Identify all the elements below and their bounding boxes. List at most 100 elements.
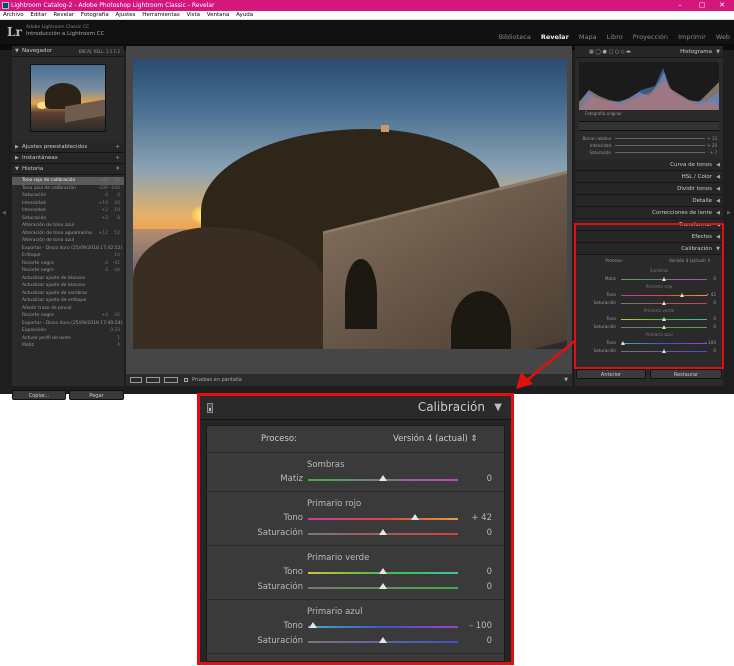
menu-editar[interactable]: Editar bbox=[30, 12, 46, 18]
menu-revelar[interactable]: Revelar bbox=[53, 12, 74, 18]
module-web[interactable]: Web bbox=[716, 33, 730, 41]
history-item[interactable]: Recorte negro -3 -44 bbox=[12, 267, 124, 275]
slider-value[interactable]: 0 bbox=[487, 472, 492, 487]
add-preset-icon[interactable]: + bbox=[115, 142, 120, 153]
slider-value[interactable]: + 13 bbox=[707, 135, 717, 142]
panel-header[interactable]: Correcciones de lente ◀ bbox=[575, 207, 723, 219]
copy-button[interactable]: Copiar... bbox=[12, 390, 66, 400]
panel-header[interactable]: HSL / Color ◀ bbox=[575, 171, 723, 183]
tool-icons[interactable]: ▦ ◯ ● ▢ ○ ◇ ▬ bbox=[589, 49, 631, 55]
left-panel-toggle-icon[interactable]: ◀ bbox=[2, 210, 6, 216]
main-photo[interactable] bbox=[133, 59, 567, 349]
module-mapa[interactable]: Mapa bbox=[579, 33, 597, 41]
navigator-zoom-options[interactable]: ENCAJ. RELL. 1:1 1:2 bbox=[79, 46, 120, 57]
zoom-blue-slider-row[interactable]: Tono – 100 bbox=[207, 619, 504, 634]
zoom-green-slider-row[interactable]: Tono 0 bbox=[207, 565, 504, 580]
presets-header[interactable]: ▶ Ajustes preestablecidos + bbox=[12, 142, 124, 153]
slider-thumb[interactable] bbox=[379, 475, 387, 481]
history-item[interactable]: Actualizar ajuste de enfoque bbox=[12, 297, 124, 305]
history-item[interactable]: Exposición 0,33 bbox=[12, 327, 124, 335]
history-item[interactable]: Enfoque 10 bbox=[12, 252, 124, 260]
history-item[interactable]: Actualizar ajuste de sombras bbox=[12, 290, 124, 298]
zoom-red-slider-row[interactable]: Saturación 0 bbox=[207, 526, 504, 541]
history-item[interactable]: Tono azul de calibración -100 -100 bbox=[12, 185, 124, 193]
menu-vista[interactable]: Vista bbox=[186, 12, 200, 18]
slider-thumb[interactable] bbox=[410, 514, 419, 520]
maximize-icon[interactable]: ▢ bbox=[692, 0, 712, 11]
previous-button[interactable]: Anterior bbox=[576, 369, 646, 379]
photo-canvas[interactable] bbox=[126, 46, 572, 374]
slider-track[interactable] bbox=[615, 152, 705, 153]
slider-track[interactable] bbox=[615, 145, 705, 146]
zoom-green-slider-row[interactable]: Saturación 0 bbox=[207, 580, 504, 595]
menu-ajustes[interactable]: Ajustes bbox=[115, 12, 135, 18]
history-item[interactable]: Exportar - Disco duro (25/09/2018 17:40:… bbox=[12, 320, 124, 328]
slider-thumb[interactable] bbox=[379, 583, 387, 589]
history-item[interactable]: Recorte negro -4 -41 bbox=[12, 260, 124, 268]
slider-value[interactable]: 0 bbox=[487, 634, 492, 649]
minimize-icon[interactable]: – bbox=[670, 0, 690, 11]
history-item[interactable]: Alteración de tono azul bbox=[12, 222, 124, 230]
zoom-process-row[interactable]: Proceso: Versión 4 (actual) ⇕ bbox=[207, 426, 504, 453]
slider-value[interactable]: 0 bbox=[487, 526, 492, 541]
history-item[interactable]: Intensidad +2 10 bbox=[12, 207, 124, 215]
slider-value[interactable]: 0 bbox=[487, 565, 492, 580]
before-after-icon[interactable] bbox=[146, 377, 160, 383]
before-after-swap-icon[interactable] bbox=[164, 377, 178, 383]
module-proyeccion[interactable]: Proyección bbox=[633, 33, 668, 41]
history-item[interactable]: Actualizar ajuste de blancos bbox=[12, 282, 124, 290]
reset-button[interactable]: Restaurar bbox=[650, 369, 722, 379]
history-item[interactable]: Activar perfil de lente 1 bbox=[12, 335, 124, 343]
module-biblioteca[interactable]: Biblioteca bbox=[499, 33, 531, 41]
close-icon[interactable]: ✕ bbox=[712, 0, 732, 11]
history-item[interactable]: Saturación +3 8 bbox=[12, 215, 124, 223]
menu-ventana[interactable]: Ventana bbox=[207, 12, 230, 18]
zoom-calibration-header[interactable]: Calibración ▼ bbox=[200, 396, 511, 420]
presence-slider-row[interactable]: Borrar neblina + 13 bbox=[575, 135, 723, 142]
loupe-view-icon[interactable] bbox=[130, 377, 142, 383]
paste-button[interactable]: Pegar bbox=[69, 390, 124, 400]
module-revelar[interactable]: Revelar bbox=[541, 33, 569, 41]
menu-ayuda[interactable]: Ayuda bbox=[236, 12, 253, 18]
slider-value[interactable]: + 42 bbox=[471, 511, 492, 526]
zoom-blue-slider-row[interactable]: Saturación 0 bbox=[207, 634, 504, 649]
menu-fotografia[interactable]: Fotografía bbox=[81, 12, 109, 18]
panel-header[interactable]: Detalle ◀ bbox=[575, 195, 723, 207]
history-item[interactable]: Matiz 4 bbox=[12, 342, 124, 350]
slider-track[interactable] bbox=[308, 518, 458, 520]
snapshots-header[interactable]: ▶ Instantáneas + bbox=[12, 153, 124, 164]
history-item[interactable]: Intensidad +10 20 bbox=[12, 200, 124, 208]
zoom-shadows-slider-row[interactable]: Matiz 0 bbox=[207, 472, 504, 487]
toolbar-menu-icon[interactable]: ▼ bbox=[564, 374, 568, 386]
module-imprimir[interactable]: Imprimir bbox=[678, 33, 706, 41]
history-item[interactable]: Alteración de tono aguamarina +12 12 bbox=[12, 230, 124, 238]
menu-herramientas[interactable]: Herramientas bbox=[142, 12, 179, 18]
presence-slider-row[interactable]: Intensidad + 20 bbox=[575, 142, 723, 149]
menu-archivo[interactable]: Archivo bbox=[3, 12, 24, 18]
slider-track[interactable] bbox=[308, 626, 458, 628]
slider-thumb[interactable] bbox=[379, 529, 387, 535]
clear-history-icon[interactable]: ✕ bbox=[115, 164, 120, 175]
zoom-red-slider-row[interactable]: Tono + 42 bbox=[207, 511, 504, 526]
navigator-preview[interactable] bbox=[30, 64, 106, 132]
history-item[interactable]: Añadir trazo de pincel bbox=[12, 305, 124, 313]
panel-switch-icon[interactable] bbox=[207, 403, 213, 413]
collapse-icon[interactable]: ▼ bbox=[494, 402, 502, 413]
history-header[interactable]: ▼ Historia ✕ bbox=[12, 164, 124, 175]
add-snapshot-icon[interactable]: + bbox=[115, 153, 120, 164]
history-item[interactable]: Alteración de tono azul bbox=[12, 237, 124, 245]
slider-value[interactable]: + 7 bbox=[710, 149, 717, 156]
history-item[interactable]: Saturación -4 4 bbox=[12, 192, 124, 200]
slider-thumb[interactable] bbox=[379, 568, 387, 574]
slider-value[interactable]: + 20 bbox=[707, 142, 717, 149]
presence-slider-row[interactable]: Saturación + 7 bbox=[575, 149, 723, 156]
module-libro[interactable]: Libro bbox=[607, 33, 623, 41]
slider-thumb[interactable] bbox=[308, 622, 317, 628]
right-panel-toggle-icon[interactable]: ▶ bbox=[727, 210, 731, 216]
history-item[interactable]: Tono rojo de calibración +42 42 bbox=[12, 177, 124, 185]
history-item[interactable]: Exportar - Disco duro (25/09/2018 17:42:… bbox=[12, 245, 124, 253]
slider-value[interactable]: – 100 bbox=[469, 619, 492, 634]
slider-thumb[interactable] bbox=[379, 637, 387, 643]
slider-track[interactable] bbox=[615, 138, 705, 139]
history-item[interactable]: Actualizar ajuste de blancos bbox=[12, 275, 124, 283]
